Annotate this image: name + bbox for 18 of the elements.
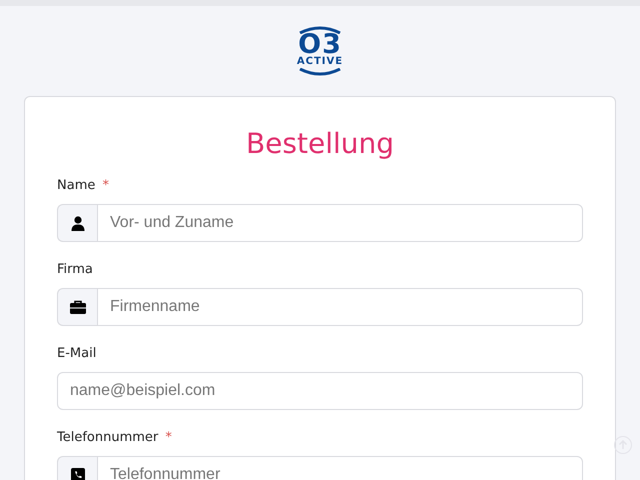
- logo-text: O3: [298, 34, 342, 56]
- input-field[interactable]: Telefonnummer: [97, 456, 583, 480]
- person-icon: [70, 216, 84, 230]
- required-mark: *: [165, 430, 172, 445]
- required-mark: *: [102, 178, 109, 193]
- briefcase-icon: [70, 300, 86, 314]
- scroll-top-button[interactable]: [614, 436, 632, 454]
- field-label: Telefonnummer: [57, 430, 158, 445]
- field-label: E-Mail: [57, 346, 96, 361]
- logo-arc-icon: [298, 68, 342, 76]
- logo-subtext: ACTIVE: [296, 56, 344, 68]
- field-label: Firma: [57, 262, 93, 277]
- input-field[interactable]: Vor- und Zuname: [97, 204, 583, 242]
- input-field[interactable]: Firmenname: [97, 288, 583, 326]
- logo-arc-icon: [298, 26, 342, 34]
- field-label: Name: [57, 178, 96, 193]
- form-title: Bestellung: [244, 127, 396, 160]
- input-field[interactable]: name@beispiel.com: [57, 372, 583, 410]
